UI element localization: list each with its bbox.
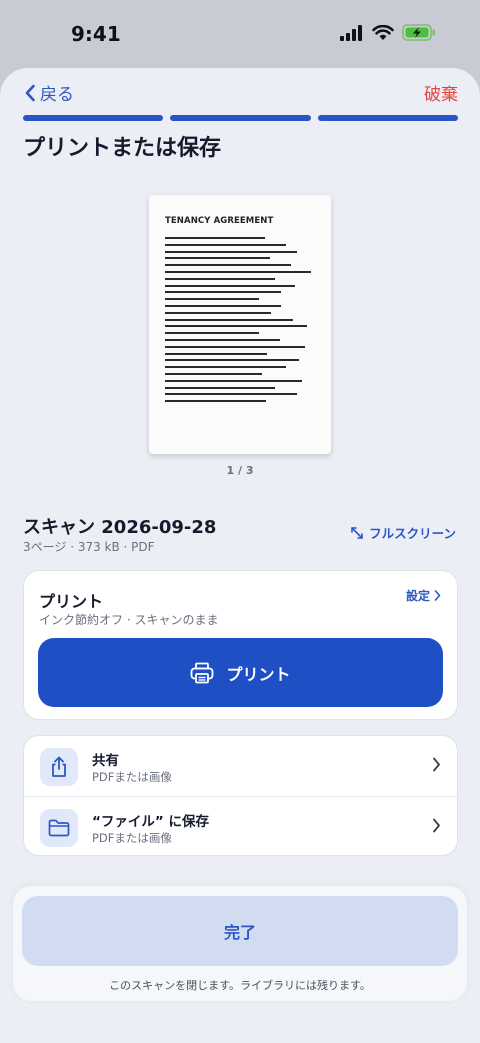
document-text-line [165,332,259,335]
share-icon-tile [40,748,78,786]
document-text-line [165,250,297,253]
fullscreen-label: フルスクリーン [369,526,456,541]
progress-step-3 [317,115,458,121]
folder-icon [48,819,70,837]
print-settings-button[interactable]: 設定 [406,587,441,604]
progress-step-2 [170,115,311,121]
back-label: 戻る [40,85,74,105]
printer-icon [191,662,214,683]
document-text-line [165,366,286,369]
print-button[interactable]: プリント [38,638,443,707]
page-indicator: 1 / 3 [226,464,254,477]
share-icon [52,756,66,777]
document-preview[interactable]: TENANCY AGREEMENT [149,195,331,454]
wifi-icon [372,24,394,40]
done-hint: このスキャンを閉じます。ライブラリには残ります。 [109,979,371,992]
signal-icon [340,24,362,41]
document-text-line [165,270,311,273]
document-text-line [165,311,271,314]
status-bar: 9:41 [0,0,480,68]
settings-label: 設定 [405,589,430,603]
file-meta: 3ページ · 373 kB · PDF [23,540,155,554]
document-text-line [165,393,297,396]
print-subtitle: インク節約オフ · スキャンのまま [39,613,219,627]
print-button-label: プリント [226,664,291,684]
save-sheet: 戻る 破棄 プリントまたは保存 TENANCY AGREEMENT 1 / 3 … [0,68,480,1043]
document-text-line [165,325,307,328]
bottom-panel: 完了 このスキャンを閉じます。ライブラリには残ります。 [13,886,467,1001]
step-progress [23,115,458,121]
discard-button[interactable]: 破棄 [424,80,458,105]
document-text-line [165,379,302,382]
chevron-right-icon [433,757,440,772]
document-text-lines [165,237,311,407]
document-text-line [165,345,305,348]
share-subtitle: PDFまたは画像 [92,770,172,784]
print-title: プリント [39,592,104,611]
save-to-files-subtitle: PDFまたは画像 [92,831,172,845]
chevron-right-icon [433,818,440,833]
document-text-line [165,338,280,341]
chevron-left-icon [25,84,35,101]
chevron-right-icon [434,590,441,601]
document-text-line [165,400,266,403]
status-time: 9:41 [71,22,121,46]
file-name: スキャン 2026-09-28 [23,517,217,538]
document-text-line [165,352,267,355]
document-text-line [165,304,281,307]
document-text-line [165,243,286,246]
document-text-line [165,372,262,375]
folder-icon-tile [40,809,78,847]
document-text-line [165,264,291,267]
page-title: プリントまたは保存 [23,136,222,161]
document-heading: TENANCY AGREEMENT [165,216,274,226]
document-text-line [165,359,299,362]
actions-card: 共有 PDFまたは画像 “ファイル” に保存 PDFまたは画像 [23,735,458,856]
document-text-line [165,291,281,294]
save-to-files-title: “ファイル” に保存 [92,814,209,830]
document-text-line [165,284,295,287]
document-text-line [165,386,275,389]
done-button[interactable]: 完了 [22,896,458,966]
fullscreen-button[interactable]: フルスクリーン [350,523,456,542]
progress-step-1 [23,115,164,121]
share-title: 共有 [92,753,119,769]
status-icons [340,24,436,41]
battery-charging-icon [402,24,435,41]
expand-icon [351,526,363,539]
document-text-line [165,318,293,321]
document-text-line [165,257,270,260]
document-text-line [165,237,265,239]
back-button[interactable]: 戻る [24,80,74,105]
document-text-line [165,277,275,280]
share-row[interactable]: 共有 PDFまたは画像 [24,736,457,796]
save-to-files-row[interactable]: “ファイル” に保存 PDFまたは画像 [24,796,457,856]
print-card: プリント インク節約オフ · スキャンのまま 設定 プリント [23,570,458,720]
document-text-line [165,298,259,301]
